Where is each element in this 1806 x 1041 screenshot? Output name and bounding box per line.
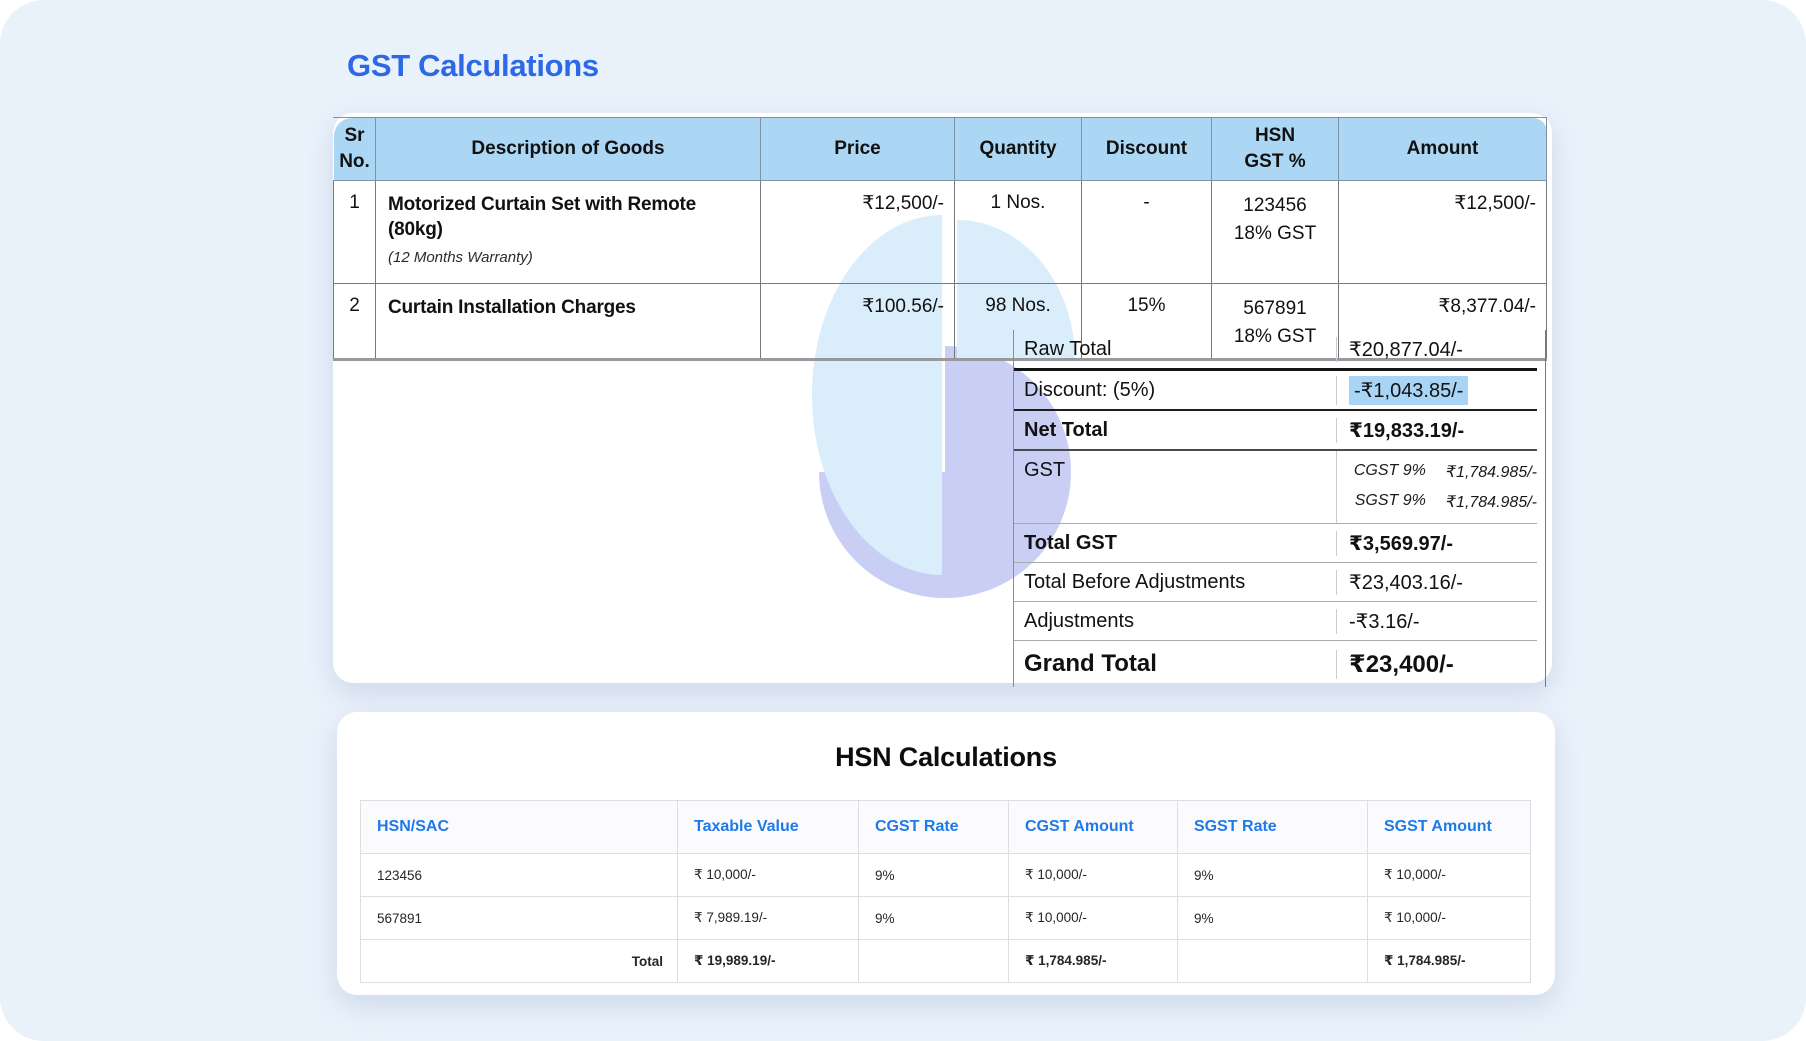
item-quantity: 1 Nos. — [955, 181, 1082, 284]
hsn-col-header-taxable-value: Taxable Value — [678, 801, 859, 854]
grand-total-row: Grand Total ₹23,400/- — [1014, 641, 1537, 687]
hsn-cgst-rate: 9% — [859, 854, 1009, 897]
item-discount: - — [1082, 181, 1212, 284]
hsn-total-cgst-rate-empty — [859, 940, 1009, 983]
hsn-total-label: Total — [361, 940, 678, 983]
hsn-sgst-amount: ₹ 10,000/- — [1368, 897, 1531, 940]
col-header-description: Description of Goods — [376, 118, 761, 181]
hsn-col-header-cgst-rate: CGST Rate — [859, 801, 1009, 854]
gst-label: GST — [1024, 451, 1336, 523]
hsn-total-sgst-rate-empty — [1178, 940, 1368, 983]
item-gst-rate: 18% GST — [1213, 220, 1337, 248]
col-header-sr-no: Sr No. — [334, 118, 376, 181]
item-sr-no: 1 — [334, 181, 376, 284]
cgst-line: CGST 9% ₹1,784.985/- — [1349, 462, 1537, 482]
item-price: ₹100.56/- — [761, 284, 955, 360]
hsn-total-taxable-value: ₹ 19,989.19/- — [678, 940, 859, 983]
hsn-row: 123456 ₹ 10,000/- 9% ₹ 10,000/- 9% ₹ 10,… — [361, 854, 1531, 897]
item-description-cell: Motorized Curtain Set with Remote (80kg)… — [376, 181, 761, 284]
hsn-row: 567891 ₹ 7,989.19/- 9% ₹ 10,000/- 9% ₹ 1… — [361, 897, 1531, 940]
sgst-rate-label: SGST 9% — [1355, 492, 1426, 512]
sgst-line: SGST 9% ₹1,784.985/- — [1349, 492, 1537, 512]
total-gst-row: Total GST ₹3,569.97/- — [1014, 524, 1537, 563]
grand-total-value: ₹23,400/- — [1336, 650, 1537, 679]
page-background: GST Calculations Sr No. Description of G… — [0, 0, 1806, 1041]
adjustments-row: Adjustments -₹3.16/- — [1014, 602, 1537, 641]
raw-total-label: Raw Total — [1024, 338, 1336, 361]
col-header-hsn-gst: HSN GST % — [1212, 118, 1339, 181]
totals-summary-panel: Raw Total ₹20,877.04/- Discount: (5%) -₹… — [1013, 330, 1546, 687]
net-total-row: Net Total ₹19,833.19/- — [1014, 411, 1537, 451]
hsn-sgst-rate: 9% — [1178, 897, 1368, 940]
item-description: Motorized Curtain Set with Remote (80kg) — [388, 192, 752, 242]
item-row: 1 Motorized Curtain Set with Remote (80k… — [334, 181, 1547, 284]
page-title: GST Calculations — [347, 48, 599, 84]
item-sr-no: 2 — [334, 284, 376, 360]
item-warranty-note: (12 Months Warranty) — [388, 249, 752, 266]
hsn-table-header: HSN/SAC Taxable Value CGST Rate CGST Amo… — [361, 801, 1531, 854]
col-header-discount: Discount — [1082, 118, 1212, 181]
net-total-label: Net Total — [1024, 419, 1336, 442]
gst-breakdown-row: GST CGST 9% ₹1,784.985/- SGST 9% ₹1,784.… — [1014, 451, 1537, 524]
grand-total-label: Grand Total — [1024, 650, 1336, 678]
discount-value: -₹1,043.85/- — [1336, 376, 1537, 405]
item-hsn-gst-cell: 123456 18% GST — [1212, 181, 1339, 284]
hsn-code: 567891 — [361, 897, 678, 940]
cgst-amount: ₹1,784.985/- — [1446, 462, 1537, 482]
total-before-adjustments-value: ₹23,403.16/- — [1336, 570, 1537, 595]
hsn-total-sgst-amount: ₹ 1,784.985/- — [1368, 940, 1531, 983]
col-header-price: Price — [761, 118, 955, 181]
hsn-col-header-hsn-sac: HSN/SAC — [361, 801, 678, 854]
discount-label: Discount: (5%) — [1024, 379, 1336, 402]
hsn-total-cgst-amount: ₹ 1,784.985/- — [1009, 940, 1178, 983]
raw-total-value: ₹20,877.04/- — [1336, 337, 1537, 362]
hsn-cgst-amount: ₹ 10,000/- — [1009, 854, 1178, 897]
hsn-taxable-value: ₹ 10,000/- — [678, 854, 859, 897]
hsn-total-row: Total ₹ 19,989.19/- ₹ 1,784.985/- ₹ 1,78… — [361, 940, 1531, 983]
item-amount: ₹12,500/- — [1339, 181, 1547, 284]
total-gst-value: ₹3,569.97/- — [1336, 531, 1537, 556]
hsn-cgst-amount: ₹ 10,000/- — [1009, 897, 1178, 940]
items-table-header: Sr No. Description of Goods Price Quanti… — [334, 118, 1547, 181]
item-description: Curtain Installation Charges — [388, 295, 752, 320]
hsn-sgst-amount: ₹ 10,000/- — [1368, 854, 1531, 897]
gst-calculations-card: Sr No. Description of Goods Price Quanti… — [333, 113, 1552, 683]
adjustments-label: Adjustments — [1024, 610, 1336, 633]
hsn-cgst-rate: 9% — [859, 897, 1009, 940]
hsn-sgst-rate: 9% — [1178, 854, 1368, 897]
items-table: Sr No. Description of Goods Price Quanti… — [333, 117, 1547, 361]
total-gst-label: Total GST — [1024, 532, 1336, 555]
hsn-section-title: HSN Calculations — [337, 742, 1555, 773]
hsn-col-header-sgst-rate: SGST Rate — [1178, 801, 1368, 854]
adjustments-value: -₹3.16/- — [1336, 609, 1537, 634]
hsn-code: 123456 — [361, 854, 678, 897]
discount-row: Discount: (5%) -₹1,043.85/- — [1014, 371, 1537, 411]
hsn-calculations-card: HSN Calculations HSN/SAC Taxable Value C… — [337, 712, 1555, 995]
total-before-adjustments-row: Total Before Adjustments ₹23,403.16/- — [1014, 563, 1537, 602]
col-header-amount: Amount — [1339, 118, 1547, 181]
gst-breakdown: CGST 9% ₹1,784.985/- SGST 9% ₹1,784.985/… — [1336, 451, 1537, 523]
col-header-quantity: Quantity — [955, 118, 1082, 181]
hsn-col-header-cgst-amount: CGST Amount — [1009, 801, 1178, 854]
highlighted-discount-amount: -₹1,043.85/- — [1349, 376, 1468, 405]
hsn-col-header-sgst-amount: SGST Amount — [1368, 801, 1531, 854]
total-before-adjustments-label: Total Before Adjustments — [1024, 571, 1336, 594]
hsn-table: HSN/SAC Taxable Value CGST Rate CGST Amo… — [360, 800, 1531, 983]
item-hsn-code: 123456 — [1213, 192, 1337, 220]
raw-total-row: Raw Total ₹20,877.04/- — [1014, 330, 1537, 371]
item-hsn-code: 567891 — [1213, 295, 1337, 323]
hsn-taxable-value: ₹ 7,989.19/- — [678, 897, 859, 940]
sgst-amount: ₹1,784.985/- — [1446, 492, 1537, 512]
cgst-rate-label: CGST 9% — [1354, 462, 1426, 482]
net-total-value: ₹19,833.19/- — [1336, 418, 1537, 443]
item-price: ₹12,500/- — [761, 181, 955, 284]
item-description-cell: Curtain Installation Charges — [376, 284, 761, 360]
